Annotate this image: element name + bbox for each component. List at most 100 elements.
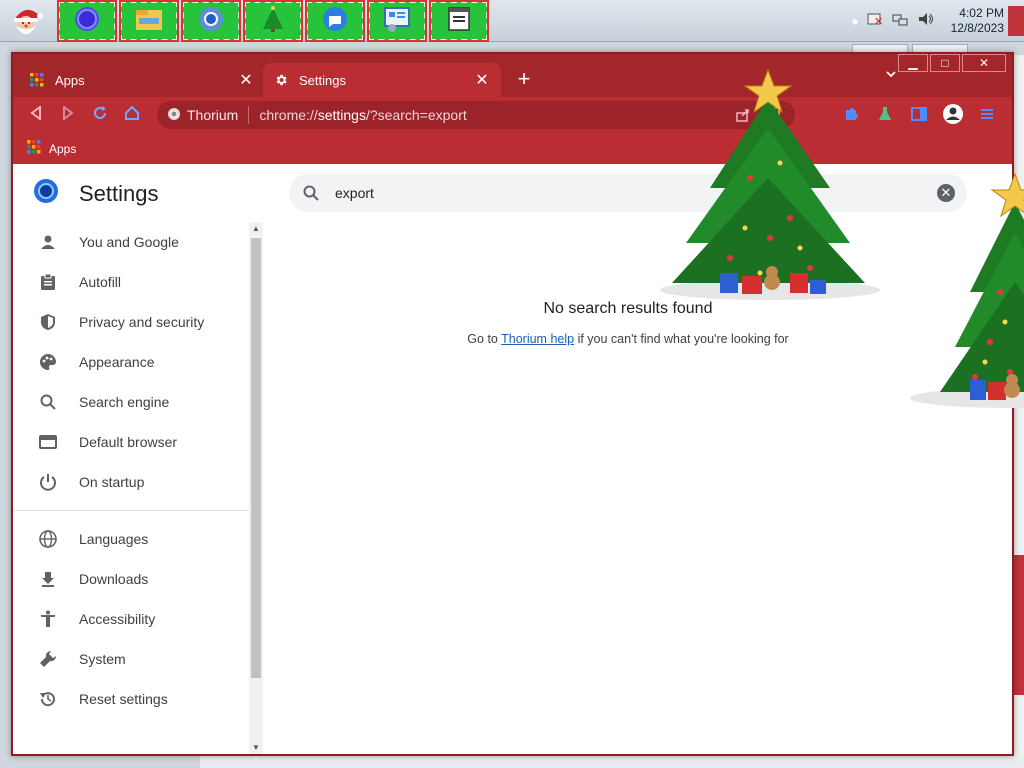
- palette-icon: [37, 353, 59, 371]
- maximize-button[interactable]: □: [930, 54, 960, 72]
- reload-button[interactable]: [85, 100, 115, 130]
- apps-grid-icon: [27, 140, 41, 157]
- settings-sidebar: You and Google Autofill Privacy and secu…: [13, 222, 249, 754]
- sidebar-item-reset-settings[interactable]: Reset settings: [13, 679, 249, 719]
- back-button[interactable]: [21, 100, 51, 130]
- taskbar-notepad-button[interactable]: [429, 0, 489, 42]
- browser-window-icon: [37, 435, 59, 449]
- reset-icon: [37, 690, 59, 708]
- sidebar-item-label: Reset settings: [79, 691, 168, 707]
- taskbar: ● ✕ 4:02 PM 12/8/2023: [0, 0, 1024, 42]
- close-icon[interactable]: ✕: [473, 70, 491, 90]
- show-desktop-button[interactable]: [1008, 6, 1024, 36]
- home-icon: [124, 105, 140, 126]
- scroll-up-icon[interactable]: ▲: [249, 224, 263, 233]
- download-icon: [37, 571, 59, 587]
- sidebar-scrollbar[interactable]: ▲ ▼: [249, 222, 263, 754]
- sidebar-item-system[interactable]: System: [13, 639, 249, 679]
- sidebar-item-downloads[interactable]: Downloads: [13, 559, 249, 599]
- scroll-down-icon[interactable]: ▼: [249, 743, 263, 752]
- close-window-button[interactable]: ✕: [962, 54, 1006, 72]
- scrollbar-thumb[interactable]: [251, 238, 261, 678]
- clock[interactable]: 4:02 PM 12/8/2023: [951, 6, 1004, 36]
- svg-text:✕: ✕: [874, 15, 883, 27]
- search-icon: [291, 185, 331, 201]
- sidebar-item-autofill[interactable]: Autofill: [13, 262, 249, 302]
- christmas-tree-decoration: [650, 68, 880, 309]
- close-icon[interactable]: ✕: [237, 70, 255, 90]
- new-tab-button[interactable]: +: [511, 66, 537, 92]
- taskbar-file-explorer-button[interactable]: [119, 0, 179, 42]
- sidebar-item-on-startup[interactable]: On startup: [13, 462, 249, 502]
- dot-icon: ●: [851, 14, 859, 28]
- maximize-icon: □: [941, 56, 949, 70]
- browser-icon: [73, 5, 101, 38]
- sidebar-item-label: On startup: [79, 474, 145, 490]
- page-title: Settings: [79, 180, 159, 206]
- sidebar-item-label: Autofill: [79, 274, 122, 290]
- divider: [13, 510, 249, 511]
- notepad-icon: [446, 5, 472, 38]
- tab-settings[interactable]: Settings ✕: [263, 63, 501, 97]
- sidebar-item-label: Downloads: [79, 571, 149, 587]
- divider: [248, 106, 250, 124]
- shield-icon: [37, 313, 59, 331]
- minimize-button[interactable]: ▁: [898, 54, 928, 72]
- sidebar-item-label: Accessibility: [79, 611, 156, 627]
- globe-icon: [37, 530, 59, 548]
- url-text: chrome://settings/?search=export: [259, 107, 467, 123]
- taskbar-control-panel-button[interactable]: [367, 0, 427, 42]
- taskbar-chromium-button[interactable]: [181, 0, 241, 42]
- apps-grid-icon: [29, 72, 45, 88]
- chromium-icon: [167, 107, 181, 124]
- gear-icon: [273, 72, 289, 88]
- site-info-chip[interactable]: Thorium: [157, 107, 238, 124]
- bookmark-apps[interactable]: Apps: [49, 142, 76, 156]
- network-icon[interactable]: [891, 11, 909, 32]
- system-tray: ● ✕ 4:02 PM 12/8/2023: [851, 0, 1004, 42]
- file-explorer-icon: [134, 6, 164, 37]
- sidebar-item-languages[interactable]: Languages: [13, 519, 249, 559]
- chat-icon: [321, 5, 349, 38]
- person-icon: [37, 234, 59, 250]
- taskbar-christmas-button[interactable]: [243, 0, 303, 42]
- profile-button[interactable]: [938, 101, 968, 131]
- sidebar-item-default-browser[interactable]: Default browser: [13, 422, 249, 462]
- sidebar-item-label: System: [79, 651, 126, 667]
- power-icon: [37, 473, 59, 491]
- sidebar-item-appearance[interactable]: Appearance: [13, 342, 249, 382]
- christmas-tree-decoration: [900, 172, 1024, 417]
- taskbar-browser-button[interactable]: [57, 0, 117, 42]
- home-button[interactable]: [117, 100, 147, 130]
- sidebar-item-you-and-google[interactable]: You and Google: [13, 222, 249, 262]
- tab-title: Settings: [299, 72, 346, 88]
- search-results: No search results found Go to Thorium he…: [263, 300, 993, 346]
- clock-date: 12/8/2023: [950, 21, 1004, 35]
- reload-icon: [92, 105, 108, 126]
- security-alert-icon[interactable]: ✕: [867, 11, 883, 32]
- sidebar-item-privacy[interactable]: Privacy and security: [13, 302, 249, 342]
- sidebar-item-search-engine[interactable]: Search engine: [13, 382, 249, 422]
- forward-button[interactable]: [53, 100, 83, 130]
- tab-apps[interactable]: Apps ✕: [19, 63, 265, 97]
- wrench-icon: [37, 650, 59, 668]
- volume-icon[interactable]: [917, 11, 935, 32]
- taskbar-chat-button[interactable]: [305, 0, 365, 42]
- accessibility-icon: [37, 610, 59, 628]
- christmas-tree-icon: [261, 5, 285, 38]
- santa-start-icon[interactable]: [6, 2, 46, 40]
- chromium-icon: [197, 5, 225, 38]
- minimize-icon: ▁: [908, 56, 918, 70]
- forward-arrow-icon: [61, 104, 75, 125]
- sidebar-item-label: Search engine: [79, 394, 170, 410]
- sidebar-item-accessibility[interactable]: Accessibility: [13, 599, 249, 639]
- menu-button[interactable]: [972, 101, 1002, 131]
- sidebar-item-label: Default browser: [79, 434, 178, 450]
- side-panel-button[interactable]: [904, 101, 934, 131]
- no-results-help: Go to Thorium help if you can't find wha…: [263, 332, 993, 346]
- tab-title: Apps: [55, 72, 85, 88]
- sidebar-item-label: Privacy and security: [79, 314, 205, 330]
- help-link[interactable]: Thorium help: [501, 332, 574, 346]
- thorium-logo-icon: [33, 178, 59, 209]
- help-prefix: Go to: [467, 332, 498, 346]
